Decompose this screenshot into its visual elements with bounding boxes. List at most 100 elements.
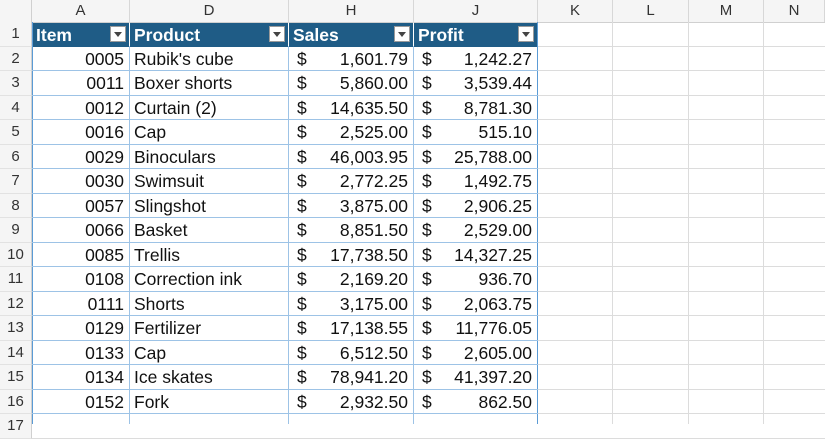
cell-product[interactable]: Cap xyxy=(134,120,287,145)
row-header-13[interactable]: 13 xyxy=(0,316,32,341)
cell-profit[interactable]: $41,397.20 xyxy=(414,365,538,390)
column-header-d[interactable]: D xyxy=(130,0,289,22)
cell-sales[interactable]: $8,851.50 xyxy=(289,218,414,243)
cell-product[interactable]: Cap xyxy=(134,341,287,366)
row-header-6[interactable]: 6 xyxy=(0,144,32,169)
row-header-14[interactable]: 14 xyxy=(0,340,32,365)
table-header-sales[interactable]: Sales xyxy=(289,23,414,47)
cell-sales[interactable]: $14,635.50 xyxy=(289,96,414,121)
column-header-a[interactable]: A xyxy=(32,0,130,22)
cell-sales[interactable]: $17,738.50 xyxy=(289,243,414,268)
row-header-11[interactable]: 11 xyxy=(0,267,32,292)
spreadsheet-grid[interactable]: A D H J K L M N 1 2 3 4 5 6 7 8 9 10 11 12 13 14 15 16 17 Item Pro… xyxy=(0,0,825,439)
row-header-5[interactable]: 5 xyxy=(0,120,32,145)
cell-profit[interactable]: $1,492.75 xyxy=(414,169,538,194)
cell-product[interactable]: Correction ink xyxy=(134,267,287,292)
cell-profit[interactable]: $11,776.05 xyxy=(414,316,538,341)
row-header-3[interactable]: 3 xyxy=(0,71,32,96)
cell-profit[interactable]: $2,529.00 xyxy=(414,218,538,243)
cell-item[interactable]: 0066 xyxy=(32,218,130,243)
cell-item[interactable]: 0085 xyxy=(32,243,130,268)
cell-item[interactable]: 0030 xyxy=(32,169,130,194)
cell-item[interactable]: 0011 xyxy=(32,71,130,96)
cell-item[interactable]: 0016 xyxy=(32,120,130,145)
cell-sales[interactable]: $2,169.20 xyxy=(289,267,414,292)
sales-value: 6,512.50 xyxy=(339,342,408,363)
cell-product[interactable]: Trellis xyxy=(134,243,287,268)
filter-dropdown-icon[interactable] xyxy=(110,26,126,42)
cell-sales[interactable]: $2,932.50 xyxy=(289,390,414,415)
cell-product[interactable]: Curtain (2) xyxy=(134,96,287,121)
cell-product[interactable]: Binoculars xyxy=(134,145,287,170)
row-header-8[interactable]: 8 xyxy=(0,193,32,218)
row-header-2[interactable]: 2 xyxy=(0,46,32,71)
row-header-4[interactable]: 4 xyxy=(0,95,32,120)
cell-item[interactable]: 0005 xyxy=(32,47,130,72)
cell-product[interactable]: Boxer shorts xyxy=(134,71,287,96)
profit-value: 1,242.27 xyxy=(463,48,532,69)
cell-product[interactable]: Rubik's cube xyxy=(134,47,287,72)
cell-product[interactable]: Slingshot xyxy=(134,194,287,219)
column-header-l[interactable]: L xyxy=(613,0,689,22)
cell-sales[interactable]: $5,860.00 xyxy=(289,71,414,96)
cell-profit[interactable]: $14,327.25 xyxy=(414,243,538,268)
select-all-corner[interactable] xyxy=(0,0,32,22)
filter-dropdown-icon[interactable] xyxy=(518,26,534,42)
filter-dropdown-icon[interactable] xyxy=(394,26,410,42)
table-header-profit[interactable]: Profit xyxy=(414,23,538,47)
cell-sales[interactable]: $46,003.95 xyxy=(289,145,414,170)
cell-profit[interactable]: $8,781.30 xyxy=(414,96,538,121)
cell-profit[interactable]: $2,605.00 xyxy=(414,341,538,366)
cell-item[interactable]: 0111 xyxy=(32,292,130,317)
cell-item[interactable]: 0012 xyxy=(32,96,130,121)
cell-item[interactable]: 0133 xyxy=(32,341,130,366)
cell-profit[interactable]: $2,063.75 xyxy=(414,292,538,317)
row-header-10[interactable]: 10 xyxy=(0,242,32,267)
cell-sales[interactable]: $1,601.79 xyxy=(289,47,414,72)
currency-symbol: $ xyxy=(297,293,307,314)
cell-profit[interactable]: $2,906.25 xyxy=(414,194,538,219)
cell-product[interactable]: Ice skates xyxy=(134,365,287,390)
cell-item[interactable]: 0057 xyxy=(32,194,130,219)
row-header-1[interactable]: 1 xyxy=(0,22,32,47)
cell-sales[interactable]: $3,175.00 xyxy=(289,292,414,317)
cell-product[interactable]: Basket xyxy=(134,218,287,243)
currency-symbol: $ xyxy=(297,391,307,412)
cell-item[interactable]: 0152 xyxy=(32,390,130,415)
cell-sales[interactable]: $3,875.00 xyxy=(289,194,414,219)
cell-profit[interactable]: $936.70 xyxy=(414,267,538,292)
currency-symbol: $ xyxy=(422,146,432,167)
table-header-product[interactable]: Product xyxy=(130,23,289,47)
cell-product[interactable]: Fertilizer xyxy=(134,316,287,341)
row-header-7[interactable]: 7 xyxy=(0,169,32,194)
row-header-16[interactable]: 16 xyxy=(0,389,32,414)
column-header-h[interactable]: H xyxy=(289,0,414,22)
cell-profit[interactable]: $862.50 xyxy=(414,390,538,415)
cell-item[interactable]: 0029 xyxy=(32,145,130,170)
cell-sales[interactable]: $2,525.00 xyxy=(289,120,414,145)
cell-sales[interactable]: $17,138.55 xyxy=(289,316,414,341)
cell-product[interactable]: Swimsuit xyxy=(134,169,287,194)
cell-profit[interactable]: $515.10 xyxy=(414,120,538,145)
cell-sales[interactable]: $2,772.25 xyxy=(289,169,414,194)
row-header-9[interactable]: 9 xyxy=(0,218,32,243)
filter-dropdown-icon[interactable] xyxy=(269,26,285,42)
table-header-item[interactable]: Item xyxy=(32,23,130,47)
cell-product[interactable]: Shorts xyxy=(134,292,287,317)
row-header-15[interactable]: 15 xyxy=(0,365,32,390)
cell-profit[interactable]: $3,539.44 xyxy=(414,71,538,96)
column-header-n[interactable]: N xyxy=(764,0,825,22)
cell-sales[interactable]: $78,941.20 xyxy=(289,365,414,390)
cell-item[interactable]: 0134 xyxy=(32,365,130,390)
cell-profit[interactable]: $25,788.00 xyxy=(414,145,538,170)
cell-product[interactable]: Fork xyxy=(134,390,287,415)
column-header-k[interactable]: K xyxy=(538,0,613,22)
column-header-m[interactable]: M xyxy=(689,0,764,22)
column-header-j[interactable]: J xyxy=(414,0,538,22)
cell-profit[interactable]: $1,242.27 xyxy=(414,47,538,72)
row-header-12[interactable]: 12 xyxy=(0,291,32,316)
cell-sales[interactable]: $6,512.50 xyxy=(289,341,414,366)
cell-item[interactable]: 0108 xyxy=(32,267,130,292)
cell-item[interactable]: 0129 xyxy=(32,316,130,341)
row-header-17[interactable]: 17 xyxy=(0,414,32,439)
